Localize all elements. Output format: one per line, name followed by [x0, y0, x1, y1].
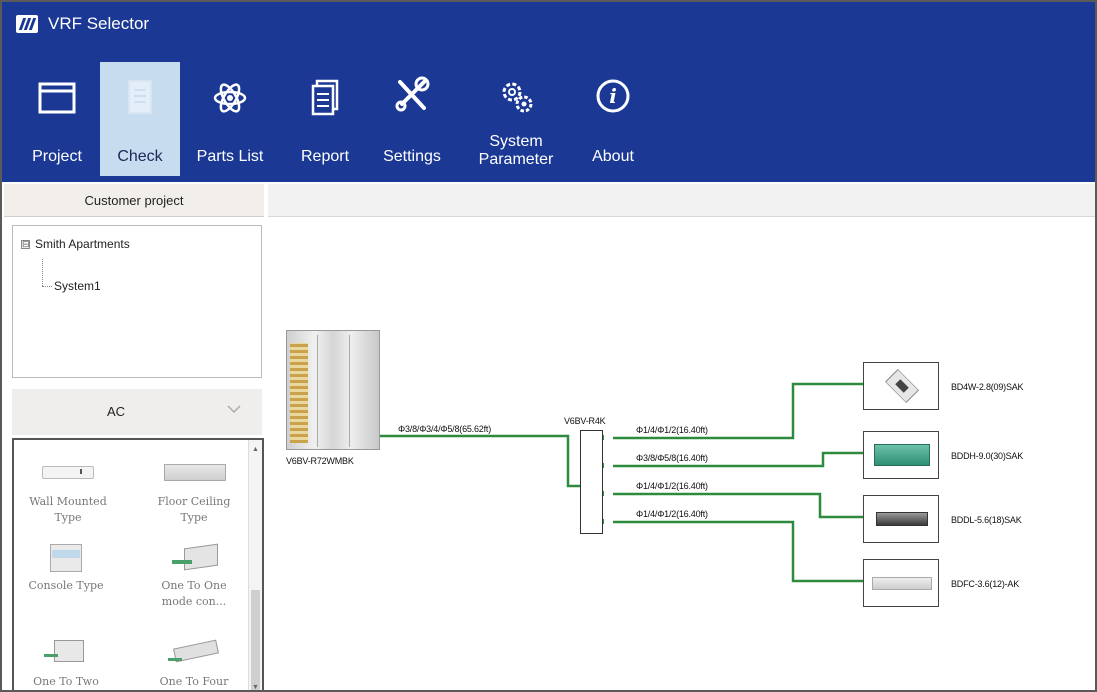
palette-label: One To One	[161, 579, 227, 592]
app-title: VRF Selector	[48, 14, 150, 33]
ribbon: VRF Selector Project Check Parts List Re…	[2, 2, 1095, 182]
report-label: Report	[300, 148, 350, 165]
floor-ceiling-unit-icon	[164, 460, 226, 490]
indoor-unit-label-2: BDDH-9.0(30)SAK	[951, 451, 1024, 461]
tree-connector-h	[42, 286, 52, 287]
outdoor-unit-label: V6BV-R72WMBK	[286, 456, 354, 466]
pipe-label-4: Φ1/4/Φ1/2(16.40ft)	[636, 509, 708, 519]
pipe-label-2: Φ3/8/Φ5/8(16.40ft)	[636, 453, 708, 463]
one-to-two-unit-icon	[36, 640, 96, 670]
wall-mounted-unit-icon	[38, 460, 98, 490]
tree-connector	[42, 259, 43, 286]
indoor-unit-2[interactable]	[863, 431, 939, 479]
indoor-unit-label-4: BDFC-3.6(12)-AK	[951, 579, 1020, 589]
palette-label: Floor Ceiling	[157, 495, 231, 508]
project-button[interactable]: Project	[22, 62, 92, 176]
ducted-unit-icon	[874, 444, 930, 466]
check-button[interactable]: Check	[100, 62, 180, 176]
parts-list-button[interactable]: Parts List	[188, 62, 272, 176]
chevron-down-icon[interactable]	[226, 401, 242, 417]
project-tree: ⊟ Smith Apartments System1	[12, 225, 262, 378]
palette-label: One To Four	[159, 675, 229, 688]
parts-list-label: Parts List	[196, 148, 264, 165]
customer-project-header: Customer project	[4, 184, 264, 217]
one-to-one-unit-icon	[164, 543, 224, 574]
tree-collapse-toggle[interactable]: ⊟	[21, 240, 30, 249]
category-selector[interactable]: AC	[12, 389, 262, 435]
svg-text:i: i	[609, 84, 617, 108]
slim-duct-unit-icon	[876, 512, 928, 526]
document-icon	[311, 79, 339, 116]
palette-label: Type	[180, 511, 208, 524]
tree-node-system[interactable]: System1	[54, 279, 101, 293]
system-diagram-canvas[interactable]: V6BV-R72WMBK Φ3/8/Φ3/4/Φ5/8(65.62ft) V6B…	[268, 218, 1095, 690]
palette-label: Wall Mounted	[29, 495, 107, 508]
cassette-unit-icon	[885, 369, 919, 403]
pipe-label-3: Φ1/4/Φ1/2(16.40ft)	[636, 481, 708, 491]
palette-label: mode con...	[161, 595, 227, 608]
pipe-label-1: Φ1/4/Φ1/2(16.40ft)	[636, 425, 708, 435]
palette-label: Type	[54, 511, 82, 524]
scroll-up-arrow-icon[interactable]: ▲	[252, 446, 259, 453]
indoor-unit-4[interactable]	[863, 559, 939, 607]
report-button[interactable]: Report	[290, 62, 360, 176]
indoor-unit-1[interactable]	[863, 362, 939, 410]
system-parameter-label-2: Parameter	[478, 151, 554, 168]
settings-label: Settings	[383, 148, 441, 165]
palette-item-wall-mounted[interactable]: Wall Mounted Type	[22, 460, 114, 526]
project-label: Project	[32, 148, 82, 165]
check-label: Check	[117, 148, 163, 165]
canvas-toolbar-strip	[268, 184, 1095, 217]
title-bar: VRF Selector	[2, 2, 1095, 50]
floor-ceiling-unit-icon	[872, 577, 932, 590]
palette-item-floor-ceiling[interactable]: Floor Ceiling Type	[148, 460, 240, 526]
about-button[interactable]: i About	[578, 62, 648, 176]
indoor-unit-label-1: BD4W-2.8(09)SAK	[951, 382, 1024, 392]
indoor-unit-3[interactable]	[863, 495, 939, 543]
palette-item-one-to-one[interactable]: One To One mode con...	[148, 543, 240, 610]
category-label: AC	[107, 404, 126, 419]
clipboard-icon	[128, 80, 152, 114]
app-logo-icon	[16, 15, 38, 33]
system-parameter-button[interactable]: System Parameter	[464, 62, 568, 176]
tools-icon	[395, 76, 430, 112]
about-label: About	[592, 148, 634, 165]
unit-palette: Wall Mounted Type Floor Ceiling Type Con…	[12, 438, 264, 690]
system-parameter-label-1: System	[489, 133, 543, 150]
folder-icon	[38, 82, 76, 114]
palette-scrollbar[interactable]: ▲ ▼	[248, 440, 262, 690]
palette-item-one-to-two[interactable]: One To Two	[20, 640, 112, 690]
scroll-down-arrow-icon[interactable]: ▼	[252, 684, 259, 690]
palette-label: One To Two	[33, 675, 99, 688]
one-to-four-unit-icon	[164, 639, 224, 670]
palette-item-console[interactable]: Console Type	[20, 544, 112, 594]
info-icon: i	[596, 79, 630, 113]
console-unit-icon	[36, 544, 96, 574]
atom-icon	[213, 83, 247, 113]
gear-icon	[502, 82, 533, 113]
scrollbar-thumb[interactable]	[251, 590, 260, 690]
palette-label: Console Type	[28, 579, 104, 592]
branch-label: V6BV-R4K	[564, 416, 606, 426]
outdoor-unit-icon	[286, 330, 380, 450]
app-window: VRF Selector Project Check Parts List Re…	[0, 0, 1097, 692]
indoor-unit-label-3: BDDL-5.6(18)SAK	[951, 515, 1022, 525]
tree-node-root[interactable]: Smith Apartments	[35, 237, 130, 251]
outdoor-unit[interactable]	[286, 330, 380, 450]
main-pipe-label: Φ3/8/Φ3/4/Φ5/8(65.62ft)	[398, 424, 491, 434]
palette-item-one-to-four[interactable]: One To Four	[148, 639, 240, 690]
branch-distributor[interactable]	[580, 430, 603, 534]
settings-button[interactable]: Settings	[372, 62, 452, 176]
